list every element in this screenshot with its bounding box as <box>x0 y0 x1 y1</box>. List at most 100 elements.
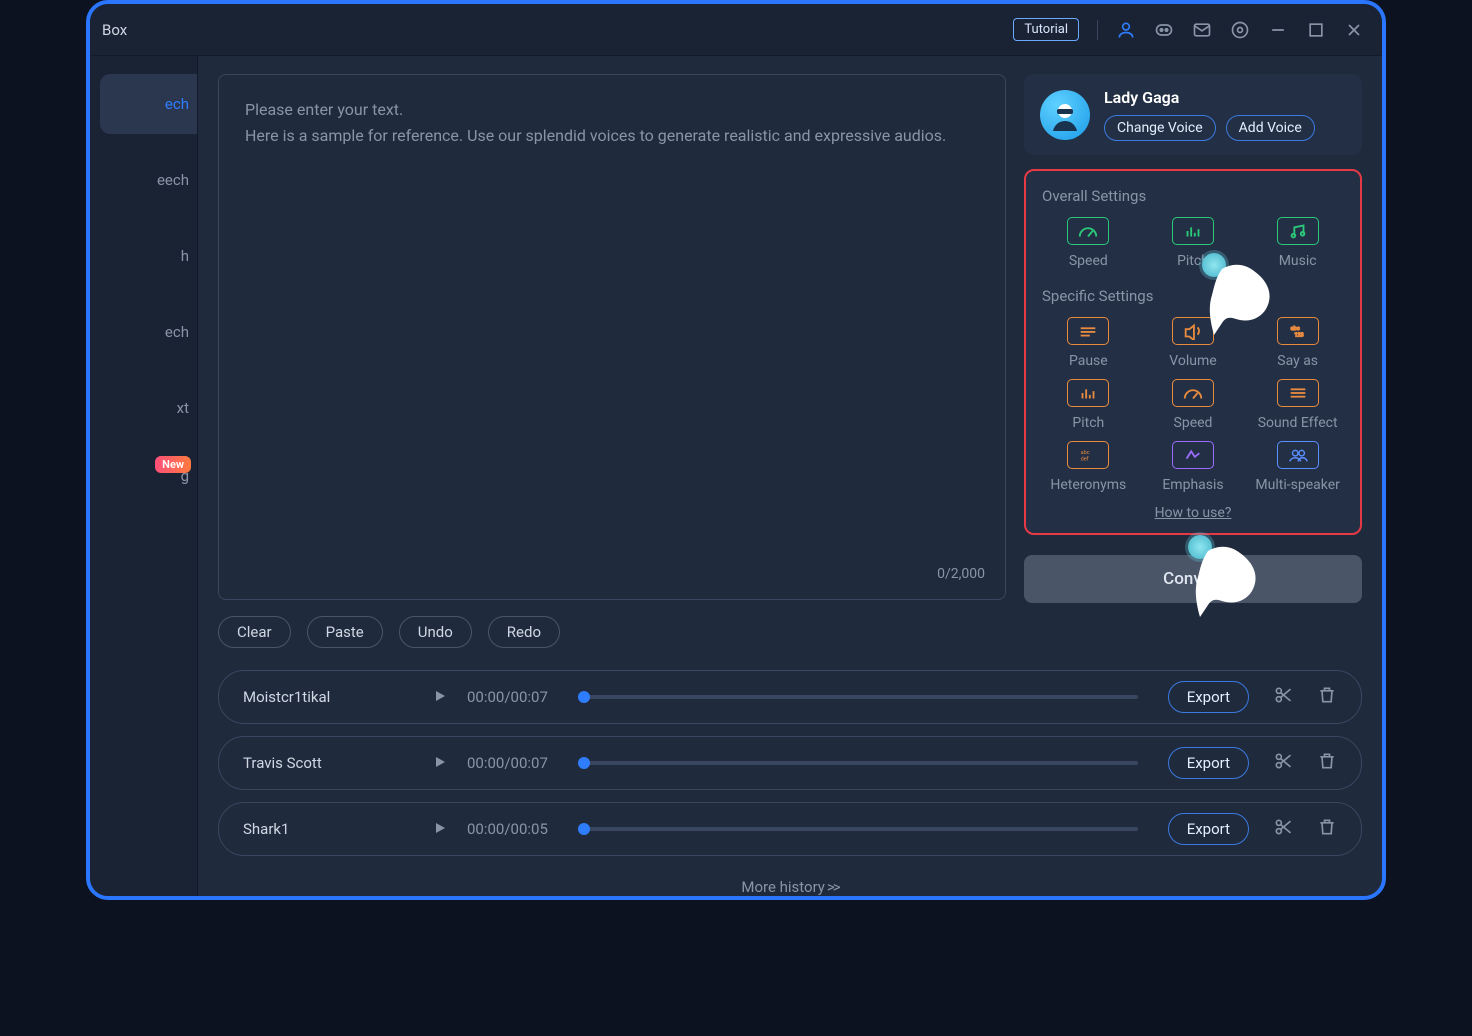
delete-icon[interactable] <box>1317 685 1337 709</box>
seek-track[interactable] <box>578 761 1138 765</box>
pitch-icon-2 <box>1067 379 1109 407</box>
editor-panel: Please enter your text. Here is a sample… <box>218 74 1006 648</box>
volume-icon <box>1172 317 1214 345</box>
play-button[interactable] <box>433 820 447 839</box>
app-window: Box Tutorial <box>86 0 1386 900</box>
sidebar-item-2[interactable]: h <box>90 226 197 286</box>
undo-button[interactable]: Undo <box>399 616 472 648</box>
seek-track[interactable] <box>578 695 1138 699</box>
music-icon <box>1277 217 1319 245</box>
text-editor[interactable]: Please enter your text. Here is a sample… <box>218 74 1006 600</box>
app-title: Box <box>102 21 127 39</box>
specific-settings-title: Specific Settings <box>1042 287 1346 305</box>
overall-pitch[interactable]: Pitch <box>1145 217 1242 269</box>
multispeaker-icon <box>1277 441 1319 469</box>
delete-icon[interactable] <box>1317 817 1337 841</box>
cut-icon[interactable] <box>1273 817 1293 841</box>
history-row: Moistcr1tikal 00:00/00:07 Export <box>218 670 1362 724</box>
tutorial-button[interactable]: Tutorial <box>1013 18 1079 41</box>
specific-pitch[interactable]: Pitch <box>1040 379 1137 431</box>
sidebar-item-label: h <box>181 247 189 265</box>
mail-icon[interactable] <box>1192 20 1212 40</box>
pitch-icon <box>1172 217 1214 245</box>
cut-icon[interactable] <box>1273 685 1293 709</box>
history-item-name: Shark1 <box>243 820 413 838</box>
settings-icon[interactable] <box>1230 20 1250 40</box>
main-area: Please enter your text. Here is a sample… <box>198 56 1382 896</box>
history-list: Moistcr1tikal 00:00/00:07 Export Travis … <box>218 670 1362 896</box>
new-badge: New <box>155 456 191 473</box>
sidebar-item-1[interactable]: eech <box>90 150 197 210</box>
sidebar-item-label: xt <box>177 399 189 417</box>
editor-placeholder-line1: Please enter your text. <box>245 97 979 123</box>
export-button[interactable]: Export <box>1168 747 1249 779</box>
overall-music[interactable]: Music <box>1249 217 1346 269</box>
specific-pause[interactable]: Pause <box>1040 317 1137 369</box>
play-button[interactable] <box>433 754 447 773</box>
sidebar-item-label: ech <box>165 323 189 341</box>
svg-text:def: def <box>1081 456 1089 463</box>
char-counter: 0/2,000 <box>937 563 985 585</box>
seek-track[interactable] <box>578 827 1138 831</box>
voice-avatar <box>1040 90 1090 140</box>
delete-icon[interactable] <box>1317 751 1337 775</box>
voice-card: Lady Gaga Change Voice Add Voice <box>1024 74 1362 155</box>
history-item-name: Travis Scott <box>243 754 413 772</box>
convert-button[interactable]: Convert <box>1024 555 1362 603</box>
specific-speed[interactable]: Speed <box>1145 379 1242 431</box>
app-body: ech eech h ech xt g New <box>90 56 1382 896</box>
redo-button[interactable]: Redo <box>488 616 560 648</box>
editor-actions: Clear Paste Undo Redo <box>218 616 1006 648</box>
sidebar-item-label: eech <box>157 171 189 189</box>
sayas-icon: abc123 <box>1277 317 1319 345</box>
svg-text:abc: abc <box>1290 326 1299 332</box>
cut-icon[interactable] <box>1273 751 1293 775</box>
emphasis-icon <box>1172 441 1214 469</box>
sidebar-item-5[interactable]: g New <box>90 454 197 498</box>
specific-emphasis[interactable]: Emphasis <box>1145 441 1242 493</box>
specific-sayas[interactable]: abc123 Say as <box>1249 317 1346 369</box>
user-icon[interactable] <box>1116 20 1136 40</box>
titlebar-divider <box>1097 20 1098 40</box>
export-button[interactable]: Export <box>1168 681 1249 713</box>
export-button[interactable]: Export <box>1168 813 1249 845</box>
titlebar-controls: Tutorial <box>1013 18 1364 41</box>
history-item-time: 00:00/00:07 <box>467 754 548 772</box>
overall-settings-title: Overall Settings <box>1042 187 1346 205</box>
more-history-link[interactable]: More history>> <box>218 878 1362 896</box>
history-row: Shark1 00:00/00:05 Export <box>218 802 1362 856</box>
overall-settings-card: Overall Settings Speed <box>1024 169 1362 535</box>
specific-soundeffect[interactable]: Sound Effect <box>1249 379 1346 431</box>
sidebar: ech eech h ech xt g New <box>90 56 198 896</box>
play-button[interactable] <box>433 688 447 707</box>
history-row: Travis Scott 00:00/00:07 Export <box>218 736 1362 790</box>
svg-text:123: 123 <box>1294 333 1303 339</box>
right-column: Lady Gaga Change Voice Add Voice Overall… <box>1024 74 1362 648</box>
specific-multispeaker[interactable]: Multi-speaker <box>1249 441 1346 493</box>
speed-icon-2 <box>1172 379 1214 407</box>
speed-icon <box>1067 217 1109 245</box>
svg-text:abc: abc <box>1081 450 1090 456</box>
history-item-time: 00:00/00:05 <box>467 820 548 838</box>
how-to-use-link[interactable]: How to use? <box>1040 505 1346 521</box>
discord-icon[interactable] <box>1154 20 1174 40</box>
overall-speed[interactable]: Speed <box>1040 217 1137 269</box>
change-voice-button[interactable]: Change Voice <box>1104 115 1216 141</box>
sidebar-item-4[interactable]: xt <box>90 378 197 438</box>
titlebar: Box Tutorial <box>90 4 1382 56</box>
history-item-time: 00:00/00:07 <box>467 688 548 706</box>
add-voice-button[interactable]: Add Voice <box>1226 115 1315 141</box>
clear-button[interactable]: Clear <box>218 616 291 648</box>
paste-button[interactable]: Paste <box>307 616 383 648</box>
history-item-name: Moistcr1tikal <box>243 688 413 706</box>
maximize-button[interactable] <box>1306 20 1326 40</box>
voice-name: Lady Gaga <box>1104 88 1346 107</box>
close-button[interactable] <box>1344 20 1364 40</box>
specific-heteronyms[interactable]: abcdef Heteronyms <box>1040 441 1137 493</box>
sidebar-item-3[interactable]: ech <box>90 302 197 362</box>
pause-icon <box>1067 317 1109 345</box>
heteronyms-icon: abcdef <box>1067 441 1109 469</box>
sidebar-item-0[interactable]: ech <box>100 74 197 134</box>
minimize-button[interactable] <box>1268 20 1288 40</box>
specific-volume[interactable]: Volume <box>1145 317 1242 369</box>
